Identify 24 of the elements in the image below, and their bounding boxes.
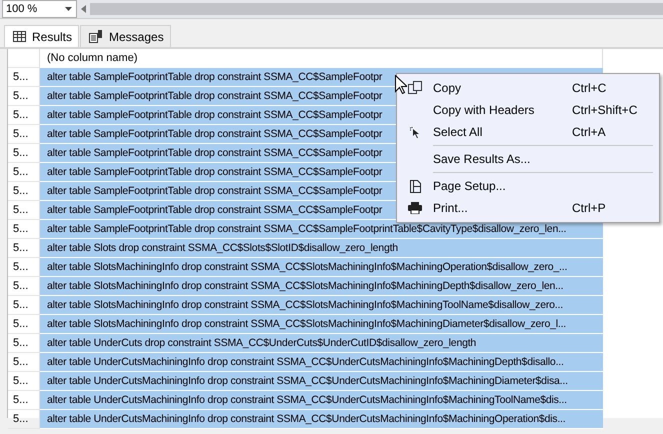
page-icon: [410, 180, 420, 192]
pointer-icon: [410, 126, 420, 138]
zoom-dropdown[interactable]: 100 %: [2, 0, 77, 18]
table-cell[interactable]: alter table UnderCutsMachiningInfo drop constraint SSMA_CC$UnderCutsMachiningInfo$MachiningDepth$disallo...: [40, 353, 603, 372]
table-cell[interactable]: alter table Slots drop constraint SSMA_CC$Slots$SlotID$disallow_zero_length: [40, 239, 603, 258]
table-cell[interactable]: alter table SampleFootprintTable drop constraint SSMA_CC$SampleFootprintTable$CavityType$disallow_zero_len...: [40, 220, 603, 239]
caret-icon: [65, 7, 72, 11]
table-cell[interactable]: alter table SlotsMachiningInfo drop constraint SSMA_CC$SlotsMachiningInfo$MachiningDepth$disallow_zero_len...: [40, 277, 603, 296]
scroll-left-icon[interactable]: [81, 5, 86, 13]
tab[interactable]: Messages: [80, 25, 171, 47]
corner-header[interactable]: [8, 49, 40, 68]
mouse-cursor-icon: [395, 75, 407, 94]
table-cell[interactable]: alter table SlotsMachiningInfo drop constraint SSMA_CC$SlotsMachiningInfo$MachiningOperation$disallow_zero_...: [40, 258, 603, 277]
table-cell[interactable]: alter table UnderCutsMachiningInfo drop constraint SSMA_CC$UnderCutsMachiningInfo$MachiningDiameter$disa...: [40, 372, 603, 391]
grid-icon: [13, 31, 26, 42]
tab[interactable]: Results: [4, 25, 80, 47]
table-cell[interactable]: alter table UnderCuts drop constraint SSMA_CC$UnderCuts$UnderCutID$disallow_zero_length: [40, 334, 603, 353]
document-icon: [89, 30, 104, 43]
table-cell[interactable]: alter table UnderCutsMachiningInfo drop constraint SSMA_CC$UnderCutsMachiningInfo$MachiningOperation$dis...: [40, 410, 603, 429]
printer-icon: [408, 202, 422, 214]
table-cell[interactable]: alter table SlotsMachiningInfo drop constraint SSMA_CC$SlotsMachiningInfo$MachiningToolName$disallow_zero...: [40, 296, 603, 315]
copy-icon: [408, 81, 422, 95]
table-cell[interactable]: alter table UnderCutsMachiningInfo drop constraint SSMA_CC$UnderCutsMachiningInfo$MachiningToolName$dis...: [40, 391, 603, 410]
table-cell[interactable]: alter table SlotsMachiningInfo drop constraint SSMA_CC$SlotsMachiningInfo$MachiningDiameter$disallow_zero_l...: [40, 315, 603, 334]
